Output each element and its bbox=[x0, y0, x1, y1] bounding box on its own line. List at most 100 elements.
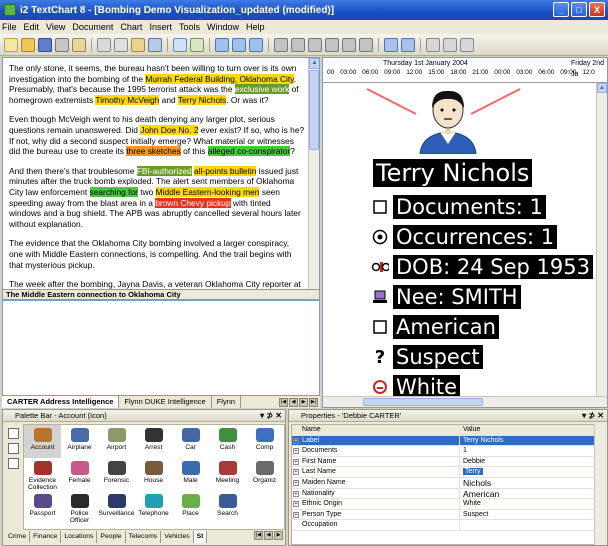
palette-item-comp[interactable]: Comp bbox=[246, 425, 283, 458]
property-row[interactable]: + Maiden Name Nichols bbox=[292, 477, 594, 489]
property-value-editor[interactable]: Terry bbox=[463, 468, 483, 476]
document-paragraph[interactable]: And then there's that troublesome FBI-au… bbox=[9, 165, 305, 230]
menu-tools[interactable]: Tools bbox=[179, 22, 200, 32]
palette-item-house[interactable]: House bbox=[135, 458, 172, 491]
property-row[interactable]: + Person Type Suspect bbox=[292, 509, 594, 521]
text-vertical-scrollbar[interactable]: ▲ bbox=[308, 58, 319, 289]
palette-item-organiz[interactable]: Organiz bbox=[246, 458, 283, 491]
grid-icon[interactable] bbox=[325, 37, 339, 52]
next-tab-icon[interactable]: ▶ bbox=[299, 397, 308, 407]
property-value[interactable]: Nichols bbox=[460, 478, 594, 488]
open-icon[interactable] bbox=[21, 37, 35, 52]
property-row[interactable]: + Ethnic Origin White bbox=[292, 499, 594, 510]
attribute-row-documents[interactable]: Documents: 1 bbox=[371, 194, 546, 220]
last-tab-icon[interactable]: ▶| bbox=[309, 397, 318, 407]
expand-icon[interactable]: + bbox=[293, 437, 299, 444]
palette-item-police-officer[interactable]: Police Officer bbox=[61, 491, 98, 524]
tab-carter-address-intelligence[interactable]: CARTER Address Intelligence bbox=[2, 396, 120, 408]
menu-help[interactable]: Help bbox=[246, 22, 265, 32]
large-icons-view-icon[interactable] bbox=[7, 428, 19, 439]
undo-icon[interactable] bbox=[148, 37, 162, 52]
property-value[interactable]: Suspect bbox=[460, 510, 594, 520]
attribute-row-nationality[interactable]: American bbox=[371, 314, 499, 340]
palette-tab-standard[interactable]: St bbox=[193, 531, 208, 543]
palette-item-female[interactable]: Female bbox=[61, 458, 98, 491]
property-value[interactable]: Debbie bbox=[460, 457, 594, 467]
save-icon[interactable] bbox=[38, 37, 52, 52]
window-icon[interactable] bbox=[384, 37, 398, 52]
entity-icon[interactable] bbox=[291, 37, 305, 52]
palette-item-forensic[interactable]: Forensic bbox=[98, 458, 135, 491]
attribute-row-occurrences[interactable]: Occurrences: 1 bbox=[371, 224, 558, 250]
highlighted-entity[interactable]: Murrah Federal Building, Oklahoma City bbox=[145, 73, 294, 84]
palette-item-car[interactable]: Car bbox=[172, 425, 209, 458]
highlighted-entity[interactable]: Terry Nichols bbox=[177, 94, 227, 105]
properties-header-controls[interactable]: ▾ ⊅ ✕ bbox=[582, 410, 604, 422]
palette-icon[interactable] bbox=[401, 37, 415, 52]
minimize-button[interactable]: _ bbox=[553, 2, 569, 17]
highlighted-entity[interactable]: John Doe No. 2 bbox=[140, 124, 199, 135]
close-button[interactable]: X bbox=[589, 2, 605, 17]
property-row[interactable]: + Documents 1 bbox=[292, 446, 594, 457]
cut-icon[interactable] bbox=[97, 37, 111, 52]
highlighted-entity[interactable]: three sketches bbox=[126, 146, 181, 157]
prev-tab-icon[interactable]: ◀ bbox=[289, 397, 298, 407]
options-icon[interactable] bbox=[460, 37, 474, 52]
mark-icon[interactable] bbox=[190, 37, 204, 52]
property-row[interactable]: + Last Name Terry bbox=[292, 467, 594, 478]
document-paragraph[interactable]: The evidence that the Oklahoma City bomb… bbox=[9, 238, 305, 270]
palette-item-male[interactable]: Male bbox=[172, 458, 209, 491]
scroll-thumb[interactable] bbox=[309, 70, 319, 150]
attribute-row-person-type[interactable]: ? Suspect bbox=[371, 344, 483, 370]
highlighted-entity[interactable]: FBI-authorized bbox=[136, 165, 192, 176]
expand-icon[interactable]: + bbox=[293, 511, 299, 518]
highlighted-entity[interactable]: all-points bulletin bbox=[194, 165, 257, 176]
highlighted-entity[interactable]: Timothy McVeigh bbox=[95, 94, 160, 105]
highlighted-entity[interactable]: exclusive work bbox=[234, 84, 290, 95]
list-view-icon[interactable] bbox=[7, 458, 19, 469]
palette-tab-people[interactable]: People bbox=[97, 531, 126, 543]
menu-file[interactable]: File bbox=[2, 22, 17, 32]
palette-item-airplane[interactable]: Airplane bbox=[61, 425, 98, 458]
view-chart-icon[interactable] bbox=[232, 37, 246, 52]
tab-flynn[interactable]: Flynn bbox=[211, 396, 242, 408]
property-value[interactable]: American bbox=[460, 489, 594, 499]
palette-tab-vehicles[interactable]: Vehicles bbox=[161, 531, 194, 543]
menu-edit[interactable]: Edit bbox=[24, 22, 40, 32]
chart-pane[interactable]: Thursday 1st January 2004 Friday 2nd Ja … bbox=[322, 57, 608, 408]
palette-item-arrest[interactable]: Arrest bbox=[135, 425, 172, 458]
expand-icon[interactable]: + bbox=[293, 490, 299, 497]
property-value[interactable]: Terry Nichols bbox=[460, 436, 594, 446]
chart-scroll-up-icon[interactable]: ▲ bbox=[597, 83, 607, 93]
palette-tab-finance[interactable]: Finance bbox=[30, 531, 62, 543]
attribute-icon[interactable] bbox=[308, 37, 322, 52]
first-tab-icon[interactable]: |◀ bbox=[254, 531, 263, 540]
palette-item-search[interactable]: Search bbox=[209, 491, 246, 524]
palette-tab-telecoms[interactable]: Telecoms bbox=[125, 531, 162, 543]
palette-item-account[interactable]: Account bbox=[24, 425, 61, 458]
document-text[interactable]: The only stone, it seems, the bureau has… bbox=[3, 58, 319, 289]
link-icon[interactable] bbox=[274, 37, 288, 52]
secondary-document-pane[interactable] bbox=[2, 300, 320, 396]
paste-icon[interactable] bbox=[131, 37, 145, 52]
maximize-button[interactable]: □ bbox=[571, 2, 587, 17]
chart-vertical-scrollbar[interactable]: ▲ bbox=[596, 83, 607, 397]
menu-view[interactable]: View bbox=[46, 22, 65, 32]
copy-icon[interactable] bbox=[114, 37, 128, 52]
property-value[interactable] bbox=[460, 520, 594, 530]
first-tab-icon[interactable]: |◀ bbox=[279, 397, 288, 407]
text-document-pane[interactable]: The only stone, it seems, the bureau has… bbox=[2, 57, 320, 290]
expand-icon[interactable]: + bbox=[293, 501, 299, 508]
menu-chart[interactable]: Chart bbox=[120, 22, 142, 32]
person-icon[interactable] bbox=[408, 86, 488, 154]
entity-label-row[interactable]: Terry Nichols bbox=[373, 159, 533, 187]
attribute-row-dob[interactable]: DOB: 24 Sep 1953 bbox=[371, 254, 593, 280]
timeline-bar[interactable]: Thursday 1st January 2004 Friday 2nd Ja … bbox=[323, 58, 607, 83]
property-value[interactable]: Terry bbox=[460, 467, 594, 477]
palette-item-evidence-collection[interactable]: Evidence Collection bbox=[24, 458, 61, 491]
layout-icon[interactable] bbox=[342, 37, 356, 52]
document-paragraph[interactable]: Even though McVeigh went to his death de… bbox=[9, 114, 305, 157]
attribute-row-maiden-name[interactable]: Nee: SMITH bbox=[371, 284, 521, 310]
highlighted-entity[interactable]: alleged co-conspirator bbox=[207, 146, 291, 157]
next-tab-icon[interactable]: ▶ bbox=[274, 531, 283, 540]
